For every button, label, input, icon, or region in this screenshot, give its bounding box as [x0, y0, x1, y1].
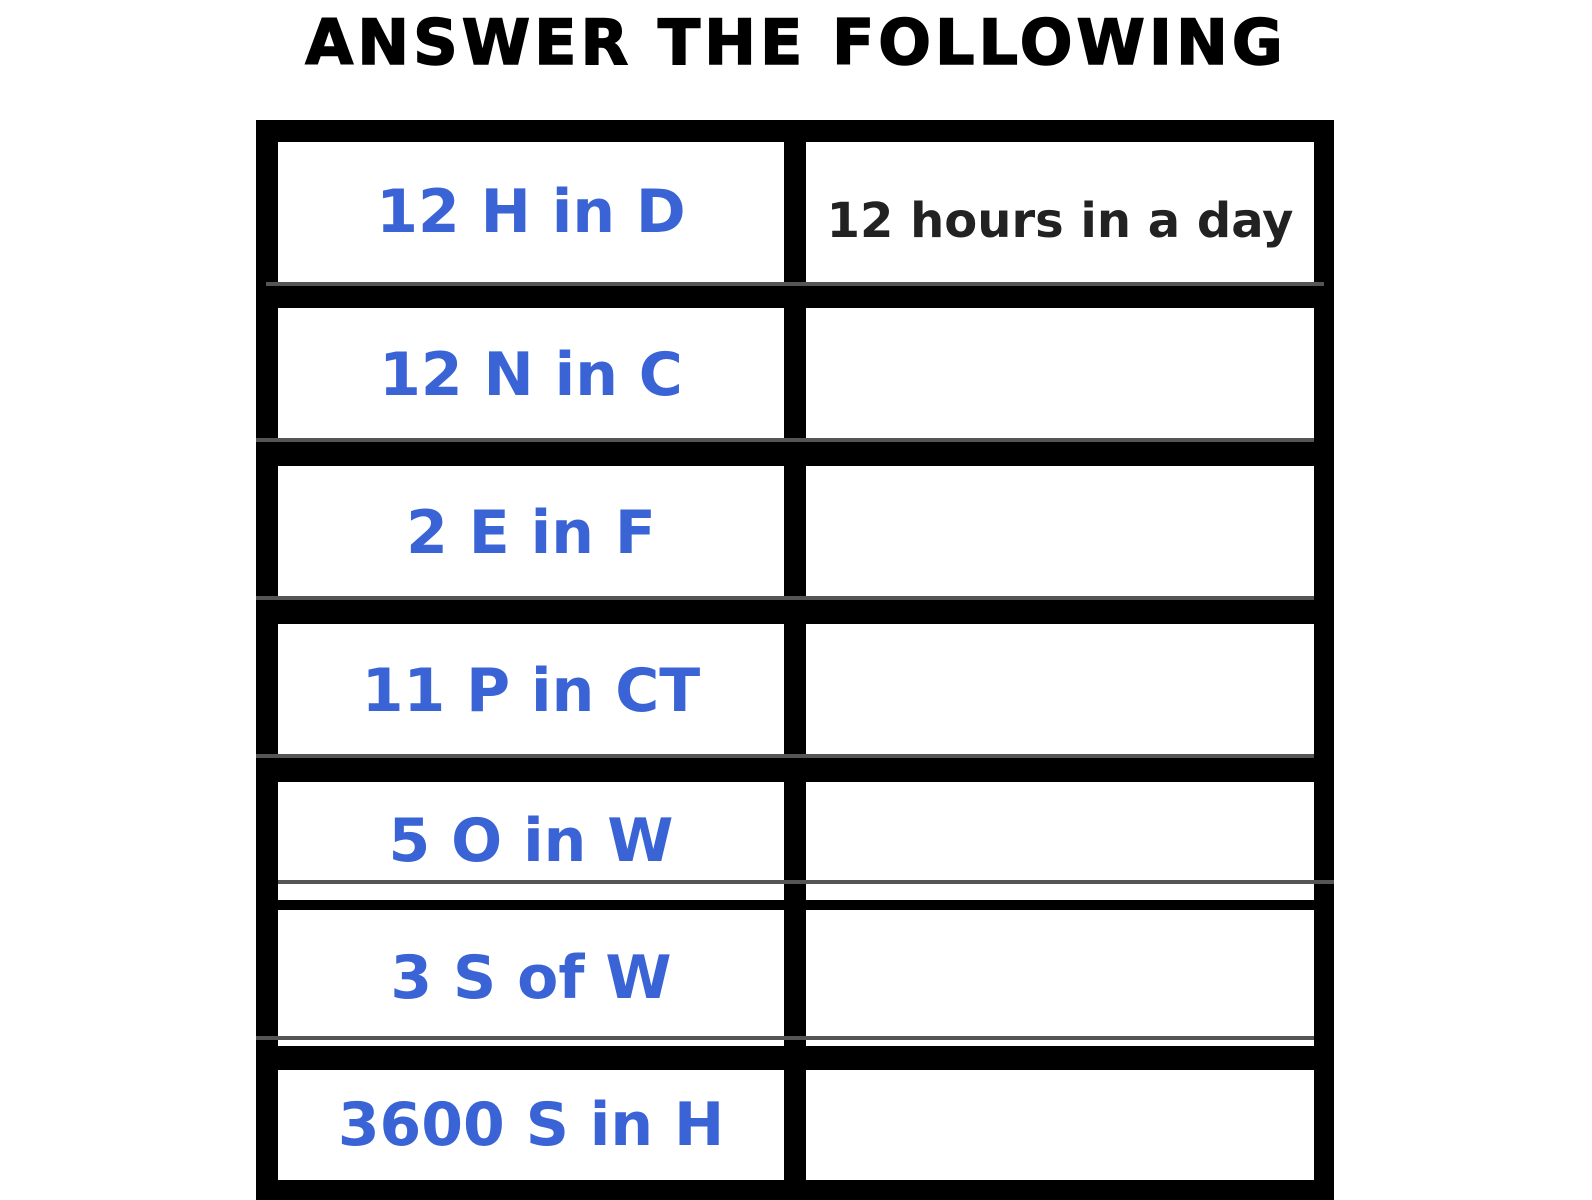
answer-cell[interactable]	[806, 308, 1314, 442]
question-cell: 3 S of W	[278, 910, 784, 1046]
row-divider	[256, 1036, 1314, 1040]
row-divider	[266, 282, 1324, 286]
answer-cell[interactable]	[806, 466, 1314, 600]
question-cell: 12 H in D	[278, 142, 784, 282]
answer-cell[interactable]	[806, 910, 1314, 1046]
answer-cell[interactable]: 12 hours in a day	[806, 142, 1314, 282]
row-divider	[256, 754, 1314, 758]
question-cell: 3600 S in H	[278, 1070, 784, 1180]
answer-table: 12 H in D 12 hours in a day 12 N in C 2 …	[256, 120, 1334, 1200]
question-cell: 11 P in CT	[278, 624, 784, 758]
row-divider	[278, 880, 1334, 884]
question-cell: 12 N in C	[278, 308, 784, 442]
row-divider	[256, 596, 1314, 600]
answer-cell[interactable]	[806, 624, 1314, 758]
question-cell: 2 E in F	[278, 466, 784, 600]
answer-cell[interactable]	[806, 1070, 1314, 1180]
row-divider	[256, 438, 1314, 442]
worksheet-title: ANSWER THE FOLLOWING	[304, 5, 1287, 80]
